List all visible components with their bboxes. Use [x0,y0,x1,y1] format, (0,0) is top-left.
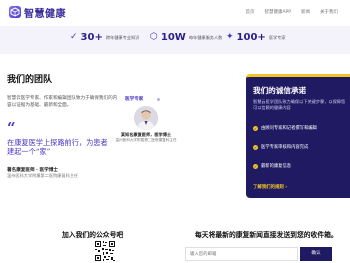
star-icon: ✦ [226,32,234,42]
qr-code-image [94,240,116,262]
team-description: 智慧云医学专家、作家和编辑团队致力于确保我们的内容以证据为基础、最新和全面。 [7,96,118,108]
stat-label: 跨年健康专业知识 [105,34,140,40]
check-icon: ✓ [253,144,258,150]
stat-experts: ✦ 100+ 医学专家 [226,32,286,43]
expert-avatar[interactable] [134,106,158,130]
stat-value: 100+ [236,32,266,43]
promise-item: ✓ 最新的康复信息 [253,163,291,169]
expert-tag: 医学专家 [125,97,144,102]
nav-link-about[interactable]: 关于我们 [320,9,338,15]
email-input[interactable] [185,247,298,261]
nav-links: 首页 智慧健康APP 新闻 关于我们 [245,9,338,15]
promise-item: ✓ 医学专家审核和内容完成 [253,144,308,150]
promise-rules-link[interactable]: 了解我们的规则 › [253,184,287,190]
promise-item-label: 医学专家审核和内容完成 [261,145,309,150]
team-title: 我们的团队 [7,75,53,85]
check-user-icon: ✓ [70,32,78,42]
stat-value: 30+ [80,32,103,43]
promise-description: 智慧云医学团队致力确保以下关键步骤，以保障您可以信赖的健康内容 [253,99,346,110]
wechat-title: 加入我们的公众号吧 [62,231,124,239]
promise-item: ✓ 由顾问专家和记者撰写和编辑 [253,125,317,131]
promise-title: 我们的诚信承诺 [253,86,307,95]
quote-icon: “ [7,119,16,137]
brand-name[interactable]: 智慧健康 [24,5,66,20]
stat-value: 10W [160,32,186,43]
expert-tag-dot [157,98,160,101]
nav-link-home[interactable]: 首页 [245,9,254,15]
stat-label: 医学专家 [268,34,286,40]
stat-knowledge: ✓ 30+ 跨年健康专业知识 [70,32,139,43]
check-icon: ✓ [253,125,258,131]
promise-item-label: 最新的康复信息 [261,164,292,169]
check-icon: ✓ [253,163,258,169]
team-quote: 在康复医学上探路前行，为患者建起一个“家” [7,138,108,156]
stat-service: ⬡ 10W 每年健康服务人数 [150,32,222,43]
cube-logo-icon[interactable] [9,6,21,18]
subscribe-button[interactable]: 确认 [300,247,332,261]
stats-bar: ✓ 30+ 跨年健康专业知识 ⬡ 10W 每年健康服务人数 ✦ 100+ 医学专… [0,26,350,54]
expert-affiliation: 温州医科大学附属第二医院康复科主任 [115,138,177,142]
quote-author-role: 温州医科大学附属第二医院康复科主任 [7,173,79,178]
stat-label: 每年健康服务人数 [188,34,223,40]
cube-icon: ⬡ [150,32,158,42]
subscribe-title: 每天将最新的康复新闻直接发送到您的收件箱。 [195,231,338,239]
nav-link-news[interactable]: 新闻 [301,9,310,15]
integrity-promise-card: 我们的诚信承诺 智慧云医学团队致力确保以下关键步骤，以保障您可以信赖的健康内容 … [246,74,350,198]
nav-link-app[interactable]: 智慧健康APP [264,9,291,15]
promise-item-label: 由顾问专家和记者撰写和编辑 [261,126,317,131]
top-nav: 智慧健康 首页 智慧健康APP 新闻 关于我们 [0,0,350,26]
